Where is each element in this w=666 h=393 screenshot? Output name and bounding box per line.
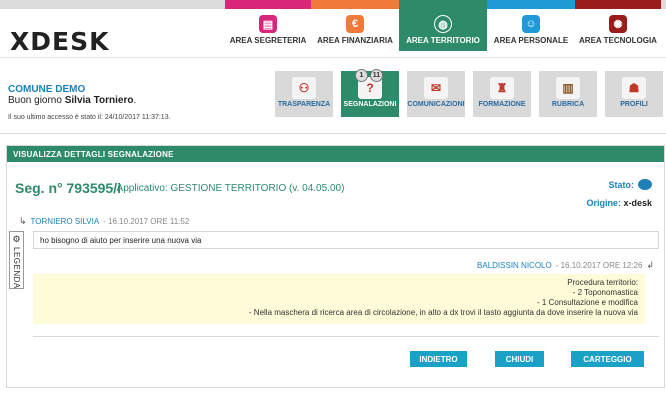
reply-line: - 1 Consultazione e modifica (537, 298, 638, 307)
close-button[interactable]: CHIUDI (495, 351, 544, 367)
euro-icon: € (346, 15, 364, 33)
header-divider (0, 57, 666, 58)
signal-origin: Origine: x-desk (586, 198, 652, 208)
greeting-prefix: Buon giorno (8, 95, 62, 106)
people-icon: ☺ (522, 15, 540, 33)
area-finanziaria[interactable]: € AREA FINANZIARIA (311, 9, 399, 51)
reply-line: - Nella maschera di ricerca area di circ… (248, 308, 638, 317)
strip-segment-tecnologia (575, 0, 661, 9)
module-label: PROFILI (620, 101, 648, 108)
module-rubrica[interactable]: ▥ RUBRICA (539, 71, 597, 117)
area-segreteria[interactable]: ▤ AREA SEGRETERIA (225, 9, 311, 51)
message-author: TORNIERO SILVIA (30, 217, 100, 226)
area-personale[interactable]: ☺ AREA PERSONALE (487, 9, 575, 51)
area-territorio[interactable]: ◍ AREA TERRITORIO (399, 9, 487, 51)
module-label: TRASPARENZA (277, 101, 331, 108)
globe-icon: ◍ (434, 15, 452, 33)
strip-segment-finanziaria (311, 0, 399, 9)
reply-arrow-icon: ↳ (19, 216, 27, 226)
message-header: ↳ TORNIERO SILVIA - 16.10.2017 ORE 11:52 (19, 216, 189, 227)
strip-segment-segreteria (225, 0, 311, 9)
actions-divider (33, 336, 659, 337)
area-label: AREA SEGRETERIA (229, 36, 307, 45)
strip-segment-personale (487, 0, 575, 9)
module-label: COMUNICAZIONI (407, 101, 465, 108)
modules-divider (0, 133, 666, 134)
user-name: Silvia Torniero (64, 95, 134, 106)
area-label: AREA TECNOLOGIA (579, 36, 657, 45)
reply-header: BALDISSIN NICOLO - 16.10.2017 ORE 12:26 … (477, 260, 654, 271)
signal-detail-panel: VISUALIZZA DETTAGLI SEGNALAZIONE Seg. n°… (6, 145, 665, 388)
gear-icon: ⚙ (12, 234, 21, 244)
origin-label: Origine: (586, 198, 621, 208)
book-icon: ▥ (556, 77, 580, 99)
reply-date: - 16.10.2017 ORE 12:26 (555, 261, 643, 270)
notification-badges: 1 11 (355, 69, 383, 82)
module-segnalazioni[interactable]: 1 11 ? SEGNALAZIONI (341, 69, 399, 117)
module-formazione[interactable]: ♜ FORMAZIONE (473, 71, 531, 117)
strip-segment-end (661, 0, 666, 9)
origin-value: x-desk (623, 198, 652, 208)
status-label: Stato: (608, 179, 635, 190)
xdesk-logo[interactable]: XDESK (10, 27, 109, 56)
legend-toggle[interactable]: ⚙ LEGENDA (9, 231, 24, 289)
strip-segment-territorio (399, 0, 487, 9)
area-label: AREA TERRITORIO (406, 36, 480, 45)
message-text: ho bisogno di aiuto per inserire una nuo… (33, 231, 659, 249)
signal-number: Seg. n° 793595/i (15, 180, 121, 196)
badge-count: 1 (355, 69, 368, 82)
user-greeting: Buon giorno Silvia Torniero. (8, 95, 137, 106)
area-label: AREA PERSONALE (493, 36, 569, 45)
strip-segment-grey (0, 0, 225, 9)
reply-line: - 2 Toponomastica (572, 288, 638, 297)
back-button[interactable]: INDIETRO (410, 351, 467, 367)
comune-name: COMUNE DEMO (8, 84, 86, 95)
training-icon: ♜ (490, 77, 514, 99)
badge-count: 11 (370, 69, 383, 82)
correspondence-button[interactable]: CARTEGGIO (571, 351, 644, 367)
handshake-icon: ⚇ (292, 77, 316, 99)
reply-author: BALDISSIN NICOLO (477, 261, 552, 270)
area-nav: ▤ AREA SEGRETERIA € AREA FINANZIARIA ◍ A… (225, 9, 661, 51)
chat-bubble-icon (638, 179, 652, 190)
reply-line: Procedura territorio: (567, 278, 638, 287)
area-tecnologia[interactable]: ✺ AREA TECNOLOGIA (575, 9, 661, 51)
last-access: Il suo ultimo accesso è stato il: 24/10/… (8, 114, 171, 121)
module-label: RUBRICA (551, 101, 585, 108)
signal-status: Stato: (608, 179, 652, 190)
module-profili[interactable]: ☗ PROFILI (605, 71, 663, 117)
profile-icon: ☗ (622, 77, 646, 99)
return-arrow-icon: ↲ (646, 260, 654, 270)
module-comunicazioni[interactable]: ✉ COMUNICAZIONI (407, 71, 465, 117)
module-nav: ⚇ TRASPARENZA 1 11 ? SEGNALAZIONI ✉ COMU… (275, 69, 663, 117)
legend-label: LEGENDA (12, 247, 21, 289)
signal-application: - Applicativo: GESTIONE TERRITORIO (v. 0… (111, 183, 345, 194)
atom-icon: ✺ (609, 15, 627, 33)
panel-title: VISUALIZZA DETTAGLI SEGNALAZIONE (7, 146, 664, 162)
top-color-strip (0, 0, 666, 9)
module-label: SEGNALAZIONI (343, 101, 397, 108)
reply-text: Procedura territorio: - 2 Toponomastica … (33, 274, 645, 324)
module-label: FORMAZIONE (478, 101, 526, 108)
area-label: AREA FINANZIARIA (317, 36, 393, 45)
message-date: - 16.10.2017 ORE 11:52 (103, 217, 190, 226)
megaphone-icon: ✉ (424, 77, 448, 99)
clipboard-icon: ▤ (259, 15, 277, 33)
module-trasparenza[interactable]: ⚇ TRASPARENZA (275, 71, 333, 117)
